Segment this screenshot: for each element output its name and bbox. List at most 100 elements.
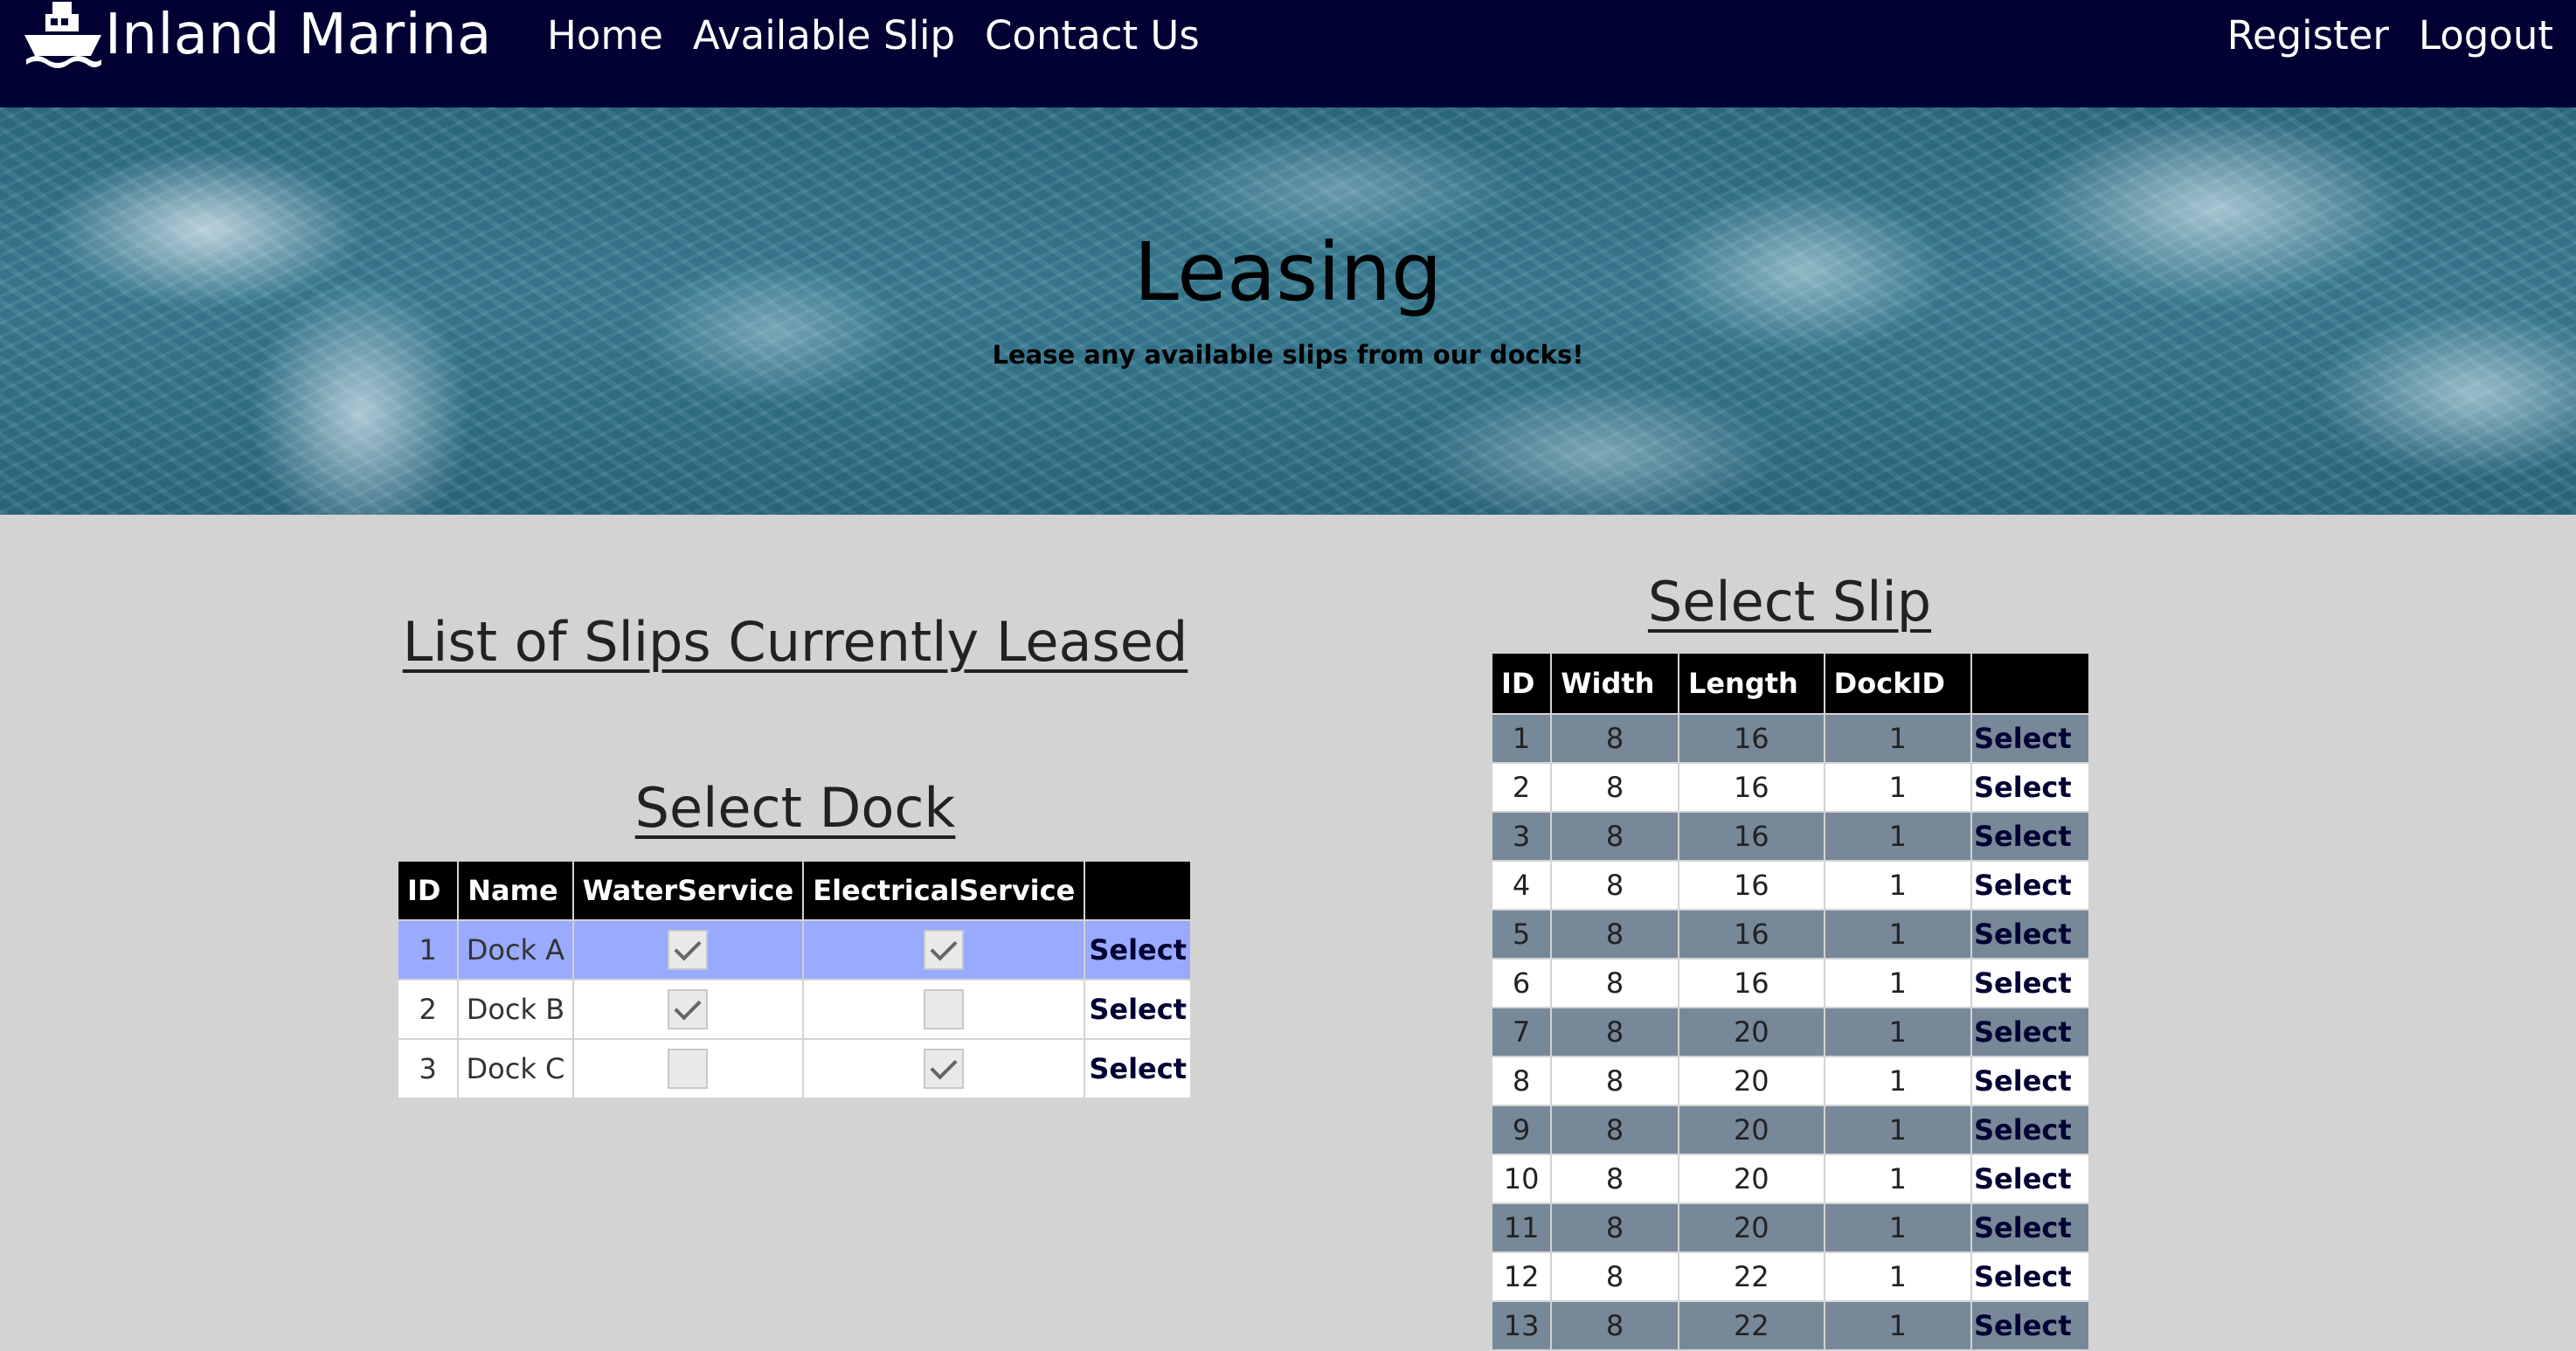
select-slip-link[interactable]: Select	[1974, 1260, 2072, 1293]
nav-contact-us-link[interactable]: Contact Us	[985, 12, 1200, 59]
slip-width-cell: 8	[1550, 811, 1679, 862]
slip-id-cell: 3	[1490, 811, 1553, 862]
electrical-service-cell	[802, 1038, 1086, 1099]
register-link[interactable]: Register	[2227, 12, 2389, 59]
dock-id-cell: 1	[396, 919, 460, 980]
select-slip-link[interactable]: Select	[1974, 966, 2072, 1000]
slip-id-cell: 7	[1490, 1007, 1553, 1057]
column-header-name: Name	[457, 860, 574, 921]
slip-length-cell: 20	[1677, 1105, 1825, 1155]
column-header-id: ID	[396, 860, 460, 921]
slip-action-cell: Select	[1970, 860, 2090, 911]
slip-id-cell: 2	[1490, 762, 1553, 813]
slip-width-cell: 8	[1550, 762, 1679, 813]
water-service-checkbox	[668, 1049, 709, 1089]
water-service-cell	[571, 919, 805, 980]
column-header-width: Width	[1550, 652, 1679, 715]
nav-menu: Home Available Slip Contact Us	[547, 0, 1229, 70]
slip-id-cell: 10	[1490, 1154, 1553, 1204]
column-header-id: ID	[1490, 652, 1553, 715]
dock-table-header: ID Name WaterService ElectricalService	[396, 860, 1192, 921]
slip-action-cell: Select	[1970, 1154, 2090, 1204]
select-slip-link[interactable]: Select	[1974, 1064, 2072, 1098]
slip-id-cell: 8	[1490, 1056, 1553, 1106]
select-slip-link[interactable]: Select	[1974, 771, 2072, 804]
slip-width-cell: 8	[1550, 909, 1679, 960]
slip-row: 3 8 16 1 Select	[1490, 811, 2090, 862]
slip-table-header: ID Width Length DockID	[1490, 652, 2090, 715]
select-slip-link[interactable]: Select	[1974, 918, 2072, 951]
slip-id-cell: 11	[1490, 1202, 1553, 1253]
slip-length-cell: 16	[1677, 860, 1825, 911]
select-slip-link[interactable]: Select	[1974, 1211, 2072, 1244]
select-dock-link[interactable]: Select	[1089, 933, 1187, 966]
select-dock-link[interactable]: Select	[1089, 1052, 1187, 1085]
select-slip-link[interactable]: Select	[1974, 1309, 2072, 1342]
slip-width-cell: 8	[1550, 713, 1679, 764]
dock-row[interactable]: 3 Dock C Select	[396, 1038, 1192, 1099]
slip-action-cell: Select	[1970, 1202, 2090, 1253]
slip-row: 4 8 16 1 Select	[1490, 860, 2090, 911]
slip-row: 7 8 20 1 Select	[1490, 1007, 2090, 1057]
select-slip-link[interactable]: Select	[1974, 1162, 2072, 1195]
select-slip-link[interactable]: Select	[1974, 820, 2072, 853]
ship-icon	[24, 2, 101, 68]
slip-row: 5 8 16 1 Select	[1490, 909, 2090, 960]
page-subtitle: Lease any available slips from our docks…	[992, 340, 1584, 370]
slip-length-cell: 16	[1677, 762, 1825, 813]
slip-row: 9 8 20 1 Select	[1490, 1105, 2090, 1155]
slip-length-cell: 16	[1677, 958, 1825, 1008]
dock-action-cell: Select	[1084, 1038, 1192, 1099]
slip-length-cell: 20	[1677, 1202, 1825, 1253]
nav-home-link[interactable]: Home	[547, 12, 663, 59]
dock-table: ID Name WaterService ElectricalService 1…	[396, 860, 1192, 1099]
slip-action-cell: Select	[1970, 1300, 2090, 1351]
column-header-electrical-service: ElectricalService	[802, 860, 1086, 921]
select-slip-link[interactable]: Select	[1974, 1113, 2072, 1147]
select-dock-link[interactable]: Select	[1089, 993, 1187, 1026]
select-slip-link[interactable]: Select	[1974, 869, 2072, 902]
dock-id-cell: 3	[396, 1038, 460, 1099]
slip-dock-id-cell: 1	[1823, 1202, 1973, 1253]
slip-dock-id-cell: 1	[1823, 958, 1973, 1008]
electrical-service-cell	[802, 979, 1086, 1040]
slip-id-cell: 6	[1490, 958, 1553, 1008]
slip-length-cell: 22	[1677, 1251, 1825, 1302]
slip-dock-id-cell: 1	[1823, 1007, 1973, 1057]
slip-length-cell: 20	[1677, 1056, 1825, 1106]
dock-name-cell: Dock B	[457, 979, 574, 1040]
slip-dock-id-cell: 1	[1823, 909, 1973, 960]
slip-width-cell: 8	[1550, 1202, 1679, 1253]
water-service-checkbox	[668, 930, 709, 970]
slip-action-cell: Select	[1970, 958, 2090, 1008]
slip-dock-id-cell: 1	[1823, 1251, 1973, 1302]
navbar: Inland Marina Home Available Slip Contac…	[0, 0, 2576, 107]
hero-banner: Leasing Lease any available slips from o…	[0, 107, 2576, 515]
dock-row[interactable]: 2 Dock B Select	[396, 979, 1192, 1040]
water-service-cell	[571, 979, 805, 1040]
column-header-dock-id: DockID	[1823, 652, 1973, 715]
column-header-action	[1970, 652, 2090, 715]
slip-action-cell: Select	[1970, 1105, 2090, 1155]
dock-row[interactable]: 1 Dock A Select	[396, 919, 1192, 980]
slip-id-cell: 9	[1490, 1105, 1553, 1155]
dock-name-cell: Dock A	[457, 919, 574, 980]
logout-link[interactable]: Logout	[2419, 12, 2553, 59]
brand-link[interactable]: Inland Marina	[21, 0, 492, 70]
slip-width-cell: 8	[1550, 1154, 1679, 1204]
select-slip-link[interactable]: Select	[1974, 1015, 2072, 1049]
nav-available-slip-link[interactable]: Available Slip	[693, 12, 955, 59]
select-slip-link[interactable]: Select	[1974, 722, 2072, 755]
dock-id-cell: 2	[396, 979, 460, 1040]
slip-width-cell: 8	[1550, 1105, 1679, 1155]
slip-id-cell: 13	[1490, 1300, 1553, 1351]
slip-dock-id-cell: 1	[1823, 860, 1973, 911]
slip-width-cell: 8	[1550, 1056, 1679, 1106]
select-slip-heading: Select Slip	[1647, 570, 1932, 634]
slip-dock-id-cell: 1	[1823, 1105, 1973, 1155]
slip-dock-id-cell: 1	[1823, 713, 1973, 764]
slip-width-cell: 8	[1550, 1300, 1679, 1351]
slip-length-cell: 20	[1677, 1007, 1825, 1057]
slip-row: 11 8 20 1 Select	[1490, 1202, 2090, 1253]
slip-row: 12 8 22 1 Select	[1490, 1251, 2090, 1302]
